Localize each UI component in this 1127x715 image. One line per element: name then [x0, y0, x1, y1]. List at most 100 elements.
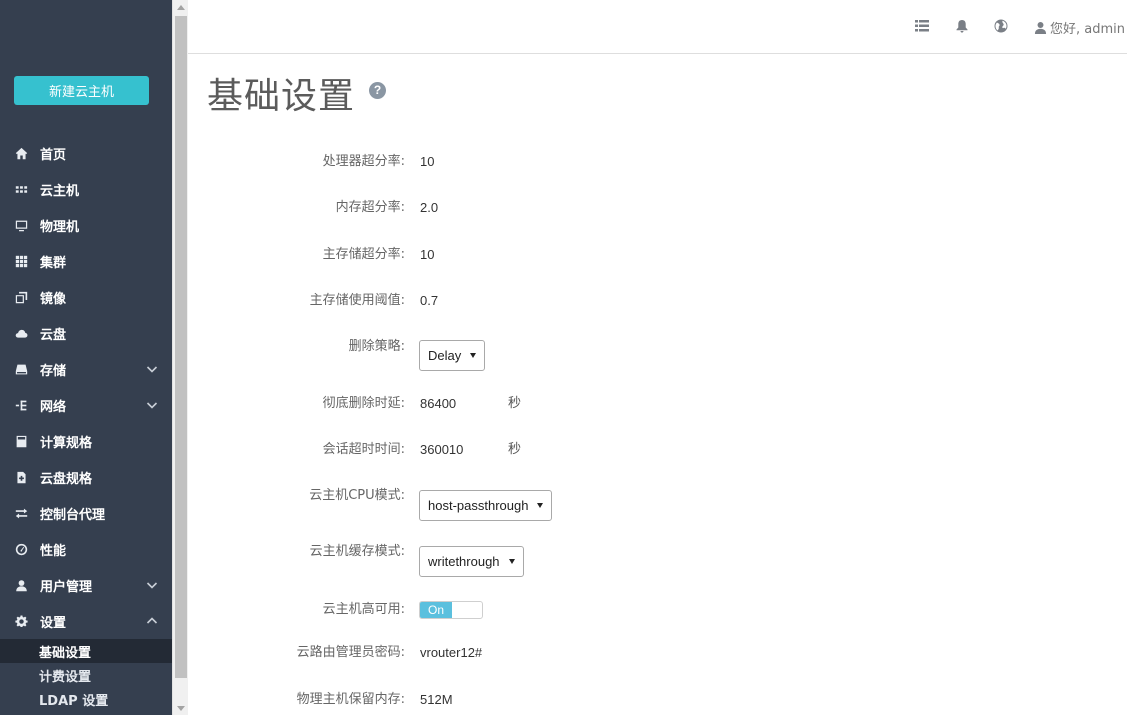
- transfer-icon: [13, 505, 29, 521]
- field-mem-overcommit: 内存超分率: 2.0: [188, 192, 1127, 224]
- select-value: writethrough: [428, 554, 500, 569]
- cloud-icon: [13, 325, 29, 341]
- sidebar-item-label: 镜像: [40, 291, 67, 307]
- sidebar-item-label: 云盘: [40, 327, 67, 343]
- field-label: 内存超分率:: [335, 200, 405, 215]
- field-label: 云路由管理员密码:: [296, 645, 405, 660]
- sidebar-item-label: 设置: [40, 615, 67, 631]
- sidebar-item-storage[interactable]: 存储: [0, 351, 172, 387]
- user-greeting: 您好, admin: [1050, 22, 1125, 37]
- field-label: 云主机CPU模式:: [309, 488, 405, 503]
- sidebar-item-settings[interactable]: 设置: [0, 603, 172, 639]
- session-timeout-value[interactable]: 360010: [420, 434, 463, 466]
- scroll-down-arrow-icon[interactable]: [177, 706, 185, 711]
- sidebar-item-volume[interactable]: 云盘: [0, 315, 172, 351]
- sidebar-item-label: 性能: [40, 543, 67, 559]
- question-circle-icon[interactable]: ?: [369, 82, 386, 99]
- field-label: 删除策略:: [348, 339, 405, 354]
- field-label: 彻底删除时延:: [322, 396, 405, 411]
- user-icon: [13, 577, 29, 593]
- monitor-icon: [13, 217, 29, 233]
- field-cache-mode: 云主机缓存模式: writethrough: [188, 537, 1127, 577]
- sidebar-item-user-management[interactable]: 用户管理: [0, 567, 172, 603]
- list-icon[interactable]: [915, 19, 929, 33]
- sidebar-item-vm[interactable]: 云主机: [0, 171, 172, 207]
- select-value: host-passthrough: [428, 498, 529, 513]
- storage-threshold-value[interactable]: 0.7: [420, 285, 438, 317]
- field-label: 云主机高可用:: [322, 602, 405, 617]
- hdd-icon: [13, 361, 29, 377]
- sidebar-item-performance[interactable]: 性能: [0, 531, 172, 567]
- storage-overcommit-value[interactable]: 10: [420, 239, 434, 271]
- top-header: 您好, admin: [188, 0, 1127, 54]
- field-storage-overcommit: 主存储超分率: 10: [188, 239, 1127, 271]
- bell-icon[interactable]: [955, 19, 969, 33]
- copy-icon: [13, 289, 29, 305]
- dashboard-icon: [13, 541, 29, 557]
- mem-overcommit-value[interactable]: 2.0: [420, 192, 438, 224]
- chevron-up-icon: [146, 615, 158, 627]
- expunge-delay-value[interactable]: 86400: [420, 388, 456, 420]
- cache-mode-select[interactable]: writethrough: [419, 546, 524, 577]
- sidebar-item-label: 计算规格: [40, 435, 93, 451]
- caret-down-icon: [508, 559, 515, 564]
- caret-down-icon: [470, 353, 477, 358]
- field-label: 云主机缓存模式:: [309, 544, 405, 559]
- file-plus-icon: [13, 469, 29, 485]
- sidebar: 新建云主机 首页 云主机 物理机 集群 镜像 云盘 存储 网络 计算规格 云盘规…: [0, 0, 172, 715]
- unit-label: 秒: [508, 396, 522, 411]
- sidebar-item-network[interactable]: 网络: [0, 387, 172, 423]
- gear-icon: [13, 613, 29, 629]
- sidebar-item-cluster[interactable]: 集群: [0, 243, 172, 279]
- scrollbar-thumb[interactable]: [175, 16, 187, 678]
- sidebar-subitem-billing-settings[interactable]: 计费设置: [0, 663, 172, 687]
- sidebar-item-label: 集群: [40, 255, 67, 271]
- sidebar-subitem-ldap-settings[interactable]: LDAP 设置: [0, 687, 172, 711]
- unit-label: 秒: [508, 442, 522, 457]
- grid-small-icon: [13, 181, 29, 197]
- field-label: 处理器超分率:: [322, 154, 405, 169]
- globe-icon[interactable]: [994, 19, 1008, 33]
- ha-toggle[interactable]: On: [419, 601, 483, 619]
- field-cpu-overcommit: 处理器超分率: 10: [188, 146, 1127, 178]
- caret-down-icon: [537, 503, 544, 508]
- cpu-overcommit-value[interactable]: 10: [420, 146, 434, 178]
- network-icon: [13, 397, 29, 413]
- cpu-mode-select[interactable]: host-passthrough: [419, 490, 553, 521]
- user-menu[interactable]: 您好, admin: [1034, 18, 1125, 37]
- field-ha: 云主机高可用: On: [188, 594, 1127, 626]
- calculator-icon: [13, 433, 29, 449]
- field-storage-threshold: 主存储使用阈值: 0.7: [188, 285, 1127, 317]
- scroll-up-arrow-icon[interactable]: [177, 5, 185, 10]
- chevron-down-icon: [146, 363, 158, 375]
- reserved-memory-value[interactable]: 512M: [420, 684, 453, 715]
- sidebar-item-instance-offering[interactable]: 计算规格: [0, 423, 172, 459]
- sidebar-item-label: 云主机: [40, 183, 80, 199]
- new-vm-button[interactable]: 新建云主机: [14, 76, 149, 105]
- sidebar-item-disk-offering[interactable]: 云盘规格: [0, 459, 172, 495]
- sidebar-item-label: 云盘规格: [40, 471, 93, 487]
- page-title: 基础设置: [207, 76, 356, 117]
- field-session-timeout: 会话超时时间: 360010 秒: [188, 434, 1127, 466]
- vrouter-password-value[interactable]: vrouter12#: [420, 637, 482, 669]
- sidebar-scrollbar[interactable]: [172, 0, 188, 715]
- sidebar-item-home[interactable]: 首页: [0, 135, 172, 171]
- sidebar-item-host[interactable]: 物理机: [0, 207, 172, 243]
- sidebar-item-label: 网络: [40, 399, 67, 415]
- sidebar-item-image[interactable]: 镜像: [0, 279, 172, 315]
- home-icon: [13, 145, 29, 161]
- field-label: 会话超时时间:: [322, 442, 405, 457]
- delete-policy-select[interactable]: Delay: [419, 340, 486, 371]
- sidebar-subitem-basic-settings[interactable]: 基础设置: [0, 639, 172, 663]
- sidebar-item-console-proxy[interactable]: 控制台代理: [0, 495, 172, 531]
- field-label: 主存储使用阈值:: [309, 293, 405, 308]
- sidebar-item-label: 存储: [40, 363, 67, 379]
- grid-icon: [13, 253, 29, 269]
- field-label: 物理主机保留内存:: [296, 692, 405, 707]
- field-delete-policy: 删除策略: Delay: [188, 332, 1127, 371]
- sidebar-item-label: 用户管理: [40, 579, 93, 595]
- sidebar-item-label: 首页: [40, 147, 67, 163]
- chevron-down-icon: [146, 579, 158, 591]
- field-cpu-mode: 云主机CPU模式: host-passthrough: [188, 481, 1127, 521]
- sidebar-nav: 首页 云主机 物理机 集群 镜像 云盘 存储 网络 计算规格 云盘规格 控制台代…: [0, 135, 172, 711]
